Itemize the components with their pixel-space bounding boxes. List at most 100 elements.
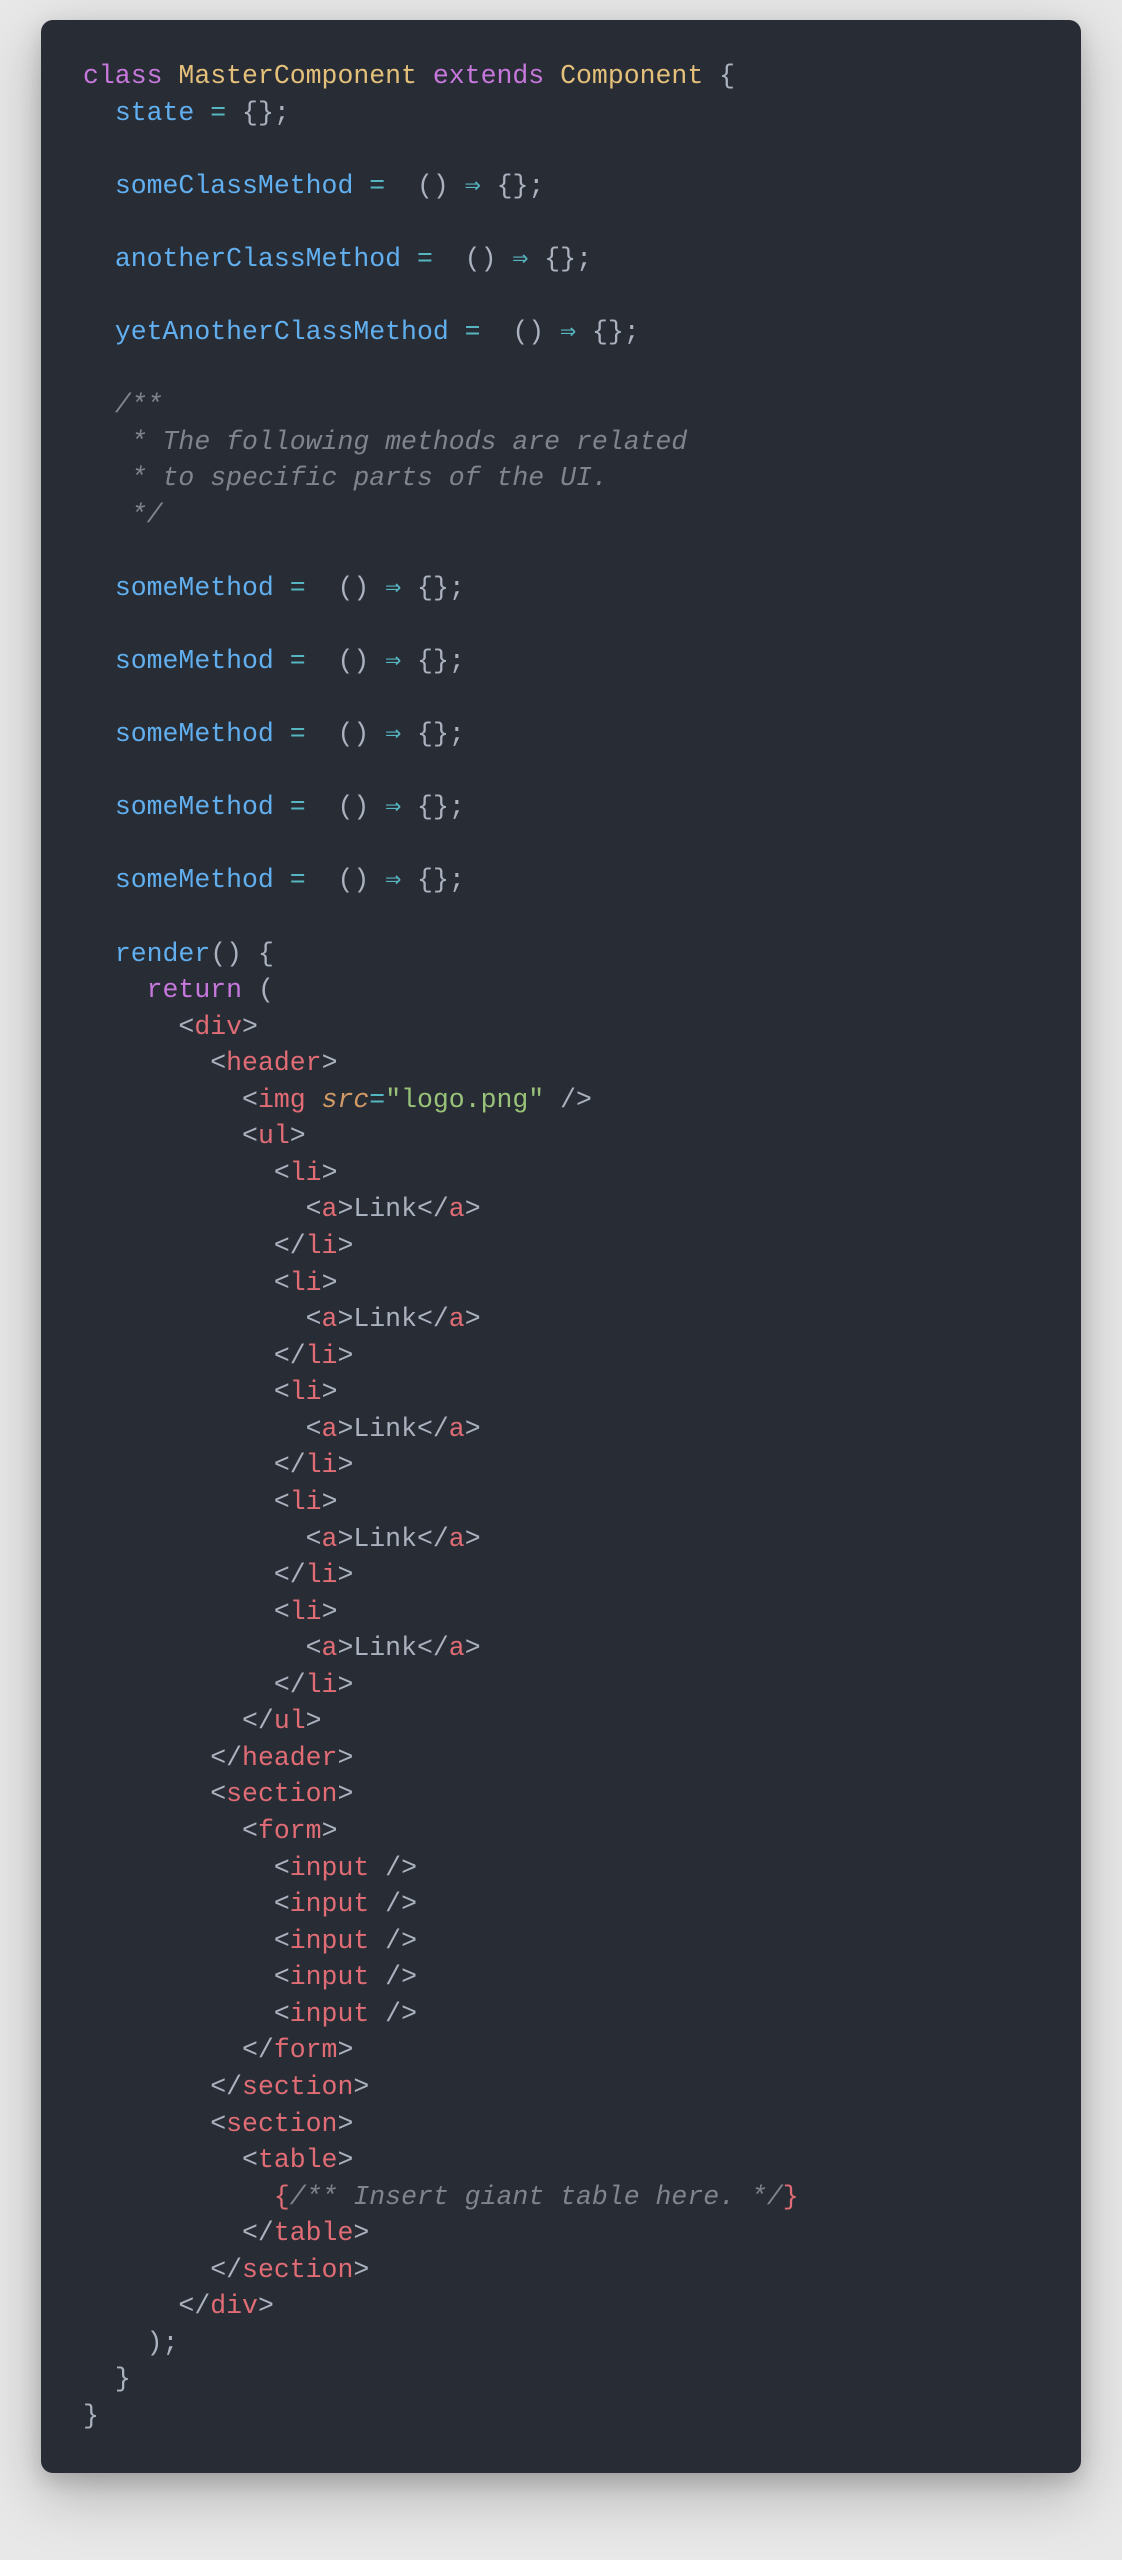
jsx-tag-section: section — [226, 1779, 337, 1809]
eq: = — [401, 244, 449, 274]
jsx-bracket: < — [274, 1853, 290, 1883]
jsx-bracket: </ — [417, 1194, 449, 1224]
method-name: someClassMethod — [115, 171, 354, 201]
jsx-tag-input: input — [290, 1962, 370, 1992]
sig: () { — [210, 939, 274, 969]
jsx-bracket: </ — [242, 2218, 274, 2248]
jsx-tag-section: section — [242, 2255, 353, 2285]
jsx-bracket: > — [353, 2072, 369, 2102]
jsx-tag-table: table — [258, 2145, 338, 2175]
jsx-tag-header: header — [242, 1743, 337, 1773]
jsx-brace: } — [783, 2182, 799, 2212]
jsx-bracket: < — [210, 2109, 226, 2139]
arrow: ⇒ — [465, 171, 481, 201]
jsx-bracket: > — [465, 1633, 481, 1663]
jsx-bracket: < — [306, 1194, 322, 1224]
jsx-bracket: < — [242, 1121, 258, 1151]
jsx-bracket: < — [274, 1158, 290, 1188]
paren: () — [322, 719, 386, 749]
jsx-bracket: < — [306, 1414, 322, 1444]
body: {}; — [528, 244, 592, 274]
jsx-tag-li: li — [306, 1231, 338, 1261]
paren-close: ); — [147, 2328, 179, 2358]
jsx-tag-a: a — [322, 1194, 338, 1224]
jsx-bracket: > — [322, 1487, 338, 1517]
jsx-bracket: > — [337, 1633, 353, 1663]
jsx-tag-a: a — [449, 1633, 465, 1663]
method-name: someMethod — [115, 792, 274, 822]
paren: ( — [242, 975, 274, 1005]
jsx-bracket: /> — [560, 1085, 592, 1115]
paren: () — [322, 573, 386, 603]
method-render: render — [115, 939, 210, 969]
jsx-bracket: > — [337, 1194, 353, 1224]
jsx-bracket: < — [274, 1889, 290, 1919]
jsx-brace: { — [274, 2182, 290, 2212]
jsx-tag-img: img — [258, 1085, 306, 1115]
jsx-tag-li: li — [306, 1670, 338, 1700]
method-name: someMethod — [115, 865, 274, 895]
method-name: someMethod — [115, 719, 274, 749]
jsx-bracket: </ — [417, 1414, 449, 1444]
jsx-bracket: < — [274, 1268, 290, 1298]
method-name: anotherClassMethod — [115, 244, 401, 274]
jsx-tag-a: a — [449, 1194, 465, 1224]
jsx-tag-a: a — [449, 1414, 465, 1444]
code-content: class MasterComponent extends Component … — [83, 58, 1039, 2435]
jsx-bracket: </ — [210, 2072, 242, 2102]
jsx-bracket: < — [306, 1524, 322, 1554]
paren: () — [322, 792, 386, 822]
arrow: ⇒ — [385, 792, 401, 822]
arrow: ⇒ — [385, 865, 401, 895]
jsx-bracket: < — [242, 1816, 258, 1846]
jsx-tag-li: li — [306, 1450, 338, 1480]
jsx-text: Link — [353, 1633, 417, 1663]
method-name: yetAnotherClassMethod — [115, 317, 449, 347]
jsx-tag-li: li — [306, 1560, 338, 1590]
arrow: ⇒ — [560, 317, 576, 347]
code-block: class MasterComponent extends Component … — [41, 20, 1081, 2473]
jsx-bracket: </ — [417, 1524, 449, 1554]
jsx-bracket: < — [274, 1487, 290, 1517]
jsx-tag-a: a — [449, 1304, 465, 1334]
jsx-bracket: < — [274, 1999, 290, 2029]
jsx-tag-li: li — [290, 1597, 322, 1627]
body: {}; — [401, 719, 465, 749]
arrow: ⇒ — [385, 719, 401, 749]
arrow: ⇒ — [385, 646, 401, 676]
eq: = — [274, 646, 322, 676]
body: {}; — [401, 792, 465, 822]
jsx-bracket: /> — [385, 1853, 417, 1883]
jsx-bracket: > — [322, 1268, 338, 1298]
jsx-tag-section: section — [226, 2109, 337, 2139]
jsx-bracket: > — [337, 1743, 353, 1773]
jsx-tag-ul: ul — [274, 1706, 306, 1736]
jsx-comment: /** Insert giant table here. */ — [290, 2182, 783, 2212]
eq: = — [274, 792, 322, 822]
jsx-bracket: /> — [385, 1999, 417, 2029]
kw-class: class — [83, 61, 163, 91]
jsx-bracket: </ — [417, 1304, 449, 1334]
jsx-bracket: > — [242, 1012, 258, 1042]
eq: = — [353, 171, 401, 201]
jsx-bracket: > — [465, 1414, 481, 1444]
jsx-bracket: </ — [242, 2035, 274, 2065]
paren: () — [401, 171, 465, 201]
jsx-bracket: > — [465, 1304, 481, 1334]
jsx-bracket: > — [337, 2109, 353, 2139]
body: {}; — [401, 573, 465, 603]
jsx-bracket: </ — [242, 1706, 274, 1736]
body: {}; — [576, 317, 640, 347]
brace-close: } — [83, 2401, 99, 2431]
jsx-bracket: > — [337, 1341, 353, 1371]
paren: () — [322, 865, 386, 895]
arrow: ⇒ — [512, 244, 528, 274]
jsx-bracket: /> — [385, 1926, 417, 1956]
jsx-bracket: </ — [274, 1450, 306, 1480]
jsx-tag-a: a — [322, 1524, 338, 1554]
comment: /** — [115, 390, 163, 420]
jsx-text: Link — [353, 1414, 417, 1444]
jsx-bracket: < — [274, 1926, 290, 1956]
jsx-tag-li: li — [290, 1268, 322, 1298]
jsx-bracket: < — [210, 1779, 226, 1809]
